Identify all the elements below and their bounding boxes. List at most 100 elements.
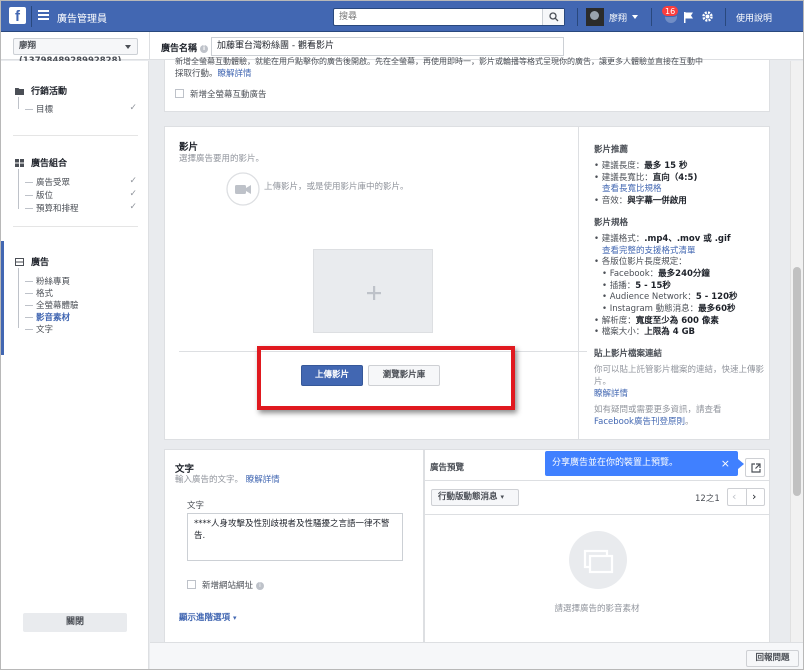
preview-pager: 12之1: [695, 494, 720, 504]
video-section-subtitle: 選擇廣告要用的影片。: [179, 154, 265, 164]
add-video-placeholder[interactable]: [313, 249, 433, 333]
chevron-down-icon: ▾: [232, 614, 237, 622]
learn-more-link[interactable]: 瞭解詳情: [594, 389, 628, 399]
top-nav-bar: f 廣告管理員 廖翔 16 使用說明: [1, 1, 803, 32]
sidebar-section-adset[interactable]: 廣告組合: [15, 156, 67, 169]
notification-badge[interactable]: 16: [661, 5, 680, 17]
divider: [746, 489, 747, 505]
user-menu[interactable]: 廖翔: [586, 8, 639, 26]
ad-name-label: 廣告名稱 i: [161, 41, 209, 54]
close-button[interactable]: 關閉: [23, 613, 127, 632]
learn-more-link[interactable]: 瞭解詳情: [218, 69, 252, 79]
app-window: f 廣告管理員 廖翔 16 使用說明 廖翔 (1379848928992828): [0, 0, 804, 670]
sidebar-item-budget[interactable]: 預算和排程 ✓: [25, 202, 140, 214]
search-box[interactable]: [333, 8, 565, 26]
tip-label: 音效：: [601, 196, 628, 207]
upload-hint: 上傳影片，或是使用影片庫中的影片。: [264, 182, 409, 192]
tip-value: 寬度至少為 600 像素: [635, 315, 719, 326]
paste-link-text: 你可以貼上託管影片檔案的連結，快速上傳影片。瞭解詳情: [594, 365, 764, 400]
sidebar-item-label: 版位: [36, 191, 54, 201]
ad-policy-link[interactable]: Facebook廣告刊登原則: [594, 417, 685, 427]
chevron-down-icon: ▾: [500, 493, 504, 501]
preview-empty-text: 請選擇廣告的影音素材: [554, 604, 640, 614]
plus-icon: [367, 286, 381, 300]
learn-more-link[interactable]: 瞭解詳情: [246, 475, 280, 485]
chevron-left-icon[interactable]: ‹: [732, 490, 736, 503]
gear-icon[interactable]: [701, 10, 714, 23]
divider: [651, 8, 652, 26]
website-url-checkbox-row[interactable]: 新增網站網址 i: [187, 579, 265, 591]
sidebar-item-fullscreen[interactable]: 全螢幕體驗: [25, 299, 140, 311]
tree-connector: [25, 328, 33, 330]
ad-name-input[interactable]: 加藤軍台灣粉絲團 - 觀看影片: [211, 37, 564, 56]
sidebar-item-label: 影音素材: [36, 313, 71, 323]
divider: [31, 6, 32, 27]
info-icon[interactable]: i: [256, 582, 265, 590]
info-icon[interactable]: i: [200, 45, 209, 53]
scrollbar[interactable]: [790, 61, 803, 642]
facebook-logo-icon[interactable]: f: [9, 7, 26, 25]
sidebar-item-format[interactable]: 格式: [25, 287, 140, 299]
report-problem-button[interactable]: 回報問題: [746, 650, 799, 667]
divider: [578, 127, 579, 439]
sidebar-section-campaign[interactable]: 行銷活動: [15, 84, 67, 97]
ad-icon: [15, 257, 24, 266]
tip-label: Audience Network：: [609, 292, 696, 303]
checkbox[interactable]: [175, 89, 184, 98]
placement-dropdown[interactable]: 行動版動態消息 ▾: [431, 489, 519, 506]
divider: [149, 32, 150, 60]
tip-value: 直向（4:5): [652, 172, 698, 183]
tip-value: 最多240分鐘: [658, 268, 710, 279]
fullscreen-checkbox-row[interactable]: 新增全螢幕互動廣告: [175, 88, 267, 100]
tip-label: Facebook：: [609, 268, 659, 279]
flag-icon[interactable]: [682, 11, 695, 24]
chevron-right-icon[interactable]: ›: [752, 490, 756, 503]
list-item: • Facebook：最多240分鐘: [602, 268, 710, 279]
app-title[interactable]: 廣告管理員: [57, 10, 107, 25]
avatar: [586, 8, 604, 26]
grid-icon: [15, 158, 24, 167]
sidebar-item-label: 粉絲專頁: [36, 277, 71, 287]
ad-text-input[interactable]: ****人身攻擊及性別歧視者及性騷擾之言語一律不警告.: [187, 513, 403, 561]
highlight-annotation-box: [257, 346, 515, 410]
divider: [577, 8, 578, 26]
open-preview-button[interactable]: [745, 458, 765, 477]
checkbox[interactable]: [187, 580, 196, 589]
video-camera-icon: [226, 172, 260, 206]
media-placeholder-icon: [569, 531, 627, 589]
divider: [425, 480, 769, 481]
tip-value: 5 - 15秒: [635, 280, 671, 291]
sidebar-section-label: 廣告: [31, 258, 50, 268]
menu-icon[interactable]: [38, 10, 49, 20]
checkbox-label: 新增網站網址: [202, 581, 254, 591]
tip-value: 5 - 120秒: [695, 292, 738, 303]
placement-label: 行動版動態消息: [438, 492, 498, 502]
advanced-options-link[interactable]: 顯示進階選項 ▾: [179, 611, 237, 623]
check-icon: ✓: [129, 189, 137, 199]
sidebar-item-placements[interactable]: 版位 ✓: [25, 189, 140, 201]
help-link[interactable]: 使用說明: [736, 11, 772, 24]
aspect-ratio-link[interactable]: 查看長寬比規格: [594, 184, 764, 196]
sidebar-item-text[interactable]: 文字: [25, 323, 140, 335]
close-icon[interactable]: ×: [721, 451, 730, 476]
chevron-down-icon: [125, 45, 131, 49]
divider: [13, 226, 138, 227]
folder-icon: [15, 87, 24, 95]
sidebar-item-media[interactable]: 影音素材: [25, 311, 140, 323]
sidebar-section-ad[interactable]: 廣告: [15, 255, 49, 268]
scrollbar-thumb[interactable]: [793, 267, 801, 496]
list-item: • 建議格式：.mp4、.mov 或 .gif: [594, 233, 731, 244]
sidebar-section-label: 行銷活動: [31, 87, 68, 97]
text-field-label: 文字: [187, 501, 205, 511]
search-button[interactable]: [542, 9, 564, 25]
tree-connector: [25, 280, 33, 282]
search-input[interactable]: [334, 9, 534, 25]
sidebar-item-objective[interactable]: 目標 ✓: [25, 103, 140, 115]
paste-link-description: 你可以貼上託管影片檔案的連結，快速上傳影片。: [594, 365, 765, 387]
formats-link[interactable]: 查看完整的支援格式清單: [594, 246, 764, 258]
sidebar-item-audience[interactable]: 廣告受眾 ✓: [25, 176, 140, 188]
sidebar-item-page[interactable]: 粉絲專頁: [25, 275, 140, 287]
sidebar-item-label: 全螢幕體驗: [36, 301, 79, 311]
sidebar-item-label: 格式: [36, 289, 54, 299]
account-selector[interactable]: 廖翔 (1379848928992828): [13, 38, 138, 66]
